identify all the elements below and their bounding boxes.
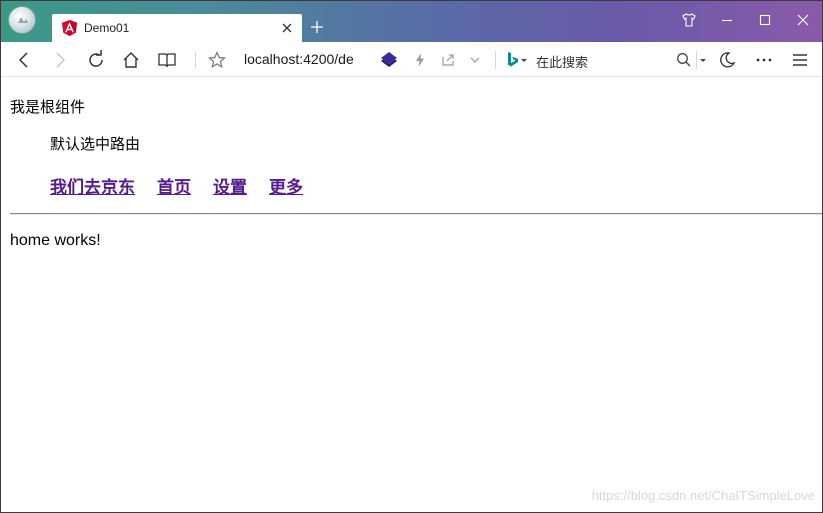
nav-link-home[interactable]: 首页 bbox=[157, 173, 191, 198]
close-window-icon[interactable] bbox=[795, 12, 811, 28]
maximize-icon[interactable] bbox=[757, 12, 773, 28]
default-route-text: 默认选中路由 bbox=[50, 135, 141, 153]
hamburger-menu-icon[interactable] bbox=[790, 50, 810, 70]
shirt-icon[interactable] bbox=[681, 12, 697, 28]
browser-tab[interactable]: Demo01 bbox=[52, 14, 302, 42]
lightning-icon[interactable] bbox=[410, 50, 430, 70]
extension-layers-icon[interactable] bbox=[379, 50, 399, 70]
chevron-down-icon[interactable] bbox=[465, 50, 485, 70]
browser-titlebar: Demo01 bbox=[0, 0, 823, 42]
search-options-dropdown-icon[interactable] bbox=[698, 50, 708, 70]
home-icon[interactable] bbox=[121, 50, 141, 70]
close-tab-icon[interactable] bbox=[280, 21, 294, 35]
angular-logo-icon bbox=[62, 20, 77, 36]
star-icon[interactable] bbox=[207, 50, 227, 70]
address-bar[interactable]: localhost:4200/de bbox=[244, 51, 360, 67]
nav-link-settings[interactable]: 设置 bbox=[213, 173, 247, 198]
horizontal-rule bbox=[10, 213, 823, 215]
moon-icon[interactable] bbox=[717, 50, 737, 70]
page-content: 我是根组件 默认选中路由 我们去京东 首页 设置 更多 home works! … bbox=[0, 78, 823, 513]
reading-view-icon[interactable] bbox=[157, 50, 177, 70]
home-component-text: home works! bbox=[10, 232, 101, 249]
search-engine-dropdown-icon[interactable] bbox=[519, 50, 529, 70]
minimize-icon[interactable] bbox=[719, 12, 735, 28]
share-icon[interactable] bbox=[438, 50, 458, 70]
nav-links: 我们去京东 首页 设置 更多 bbox=[50, 173, 303, 198]
browser-toolbar: localhost:4200/de 在此搜索 bbox=[0, 42, 823, 77]
refresh-icon[interactable] bbox=[86, 50, 106, 70]
tab-title: Demo01 bbox=[84, 21, 130, 35]
toolbar-divider bbox=[195, 51, 196, 69]
forward-icon[interactable] bbox=[50, 50, 70, 70]
search-input[interactable]: 在此搜索 bbox=[536, 52, 588, 71]
search-icon[interactable] bbox=[674, 50, 694, 70]
profile-avatar[interactable] bbox=[8, 6, 36, 34]
more-options-icon[interactable] bbox=[754, 50, 774, 70]
new-tab-icon[interactable] bbox=[309, 19, 325, 35]
toolbar-divider bbox=[495, 51, 496, 69]
root-component-text: 我是根组件 bbox=[10, 98, 86, 116]
nav-link-jd[interactable]: 我们去京东 bbox=[50, 173, 135, 198]
profile-avatar-icon bbox=[18, 17, 28, 23]
toolbar-divider bbox=[696, 51, 697, 69]
nav-link-more[interactable]: 更多 bbox=[269, 173, 303, 198]
watermark: https://blog.csdn.net/ChaITSimpleLove bbox=[591, 488, 815, 503]
back-icon[interactable] bbox=[14, 50, 34, 70]
